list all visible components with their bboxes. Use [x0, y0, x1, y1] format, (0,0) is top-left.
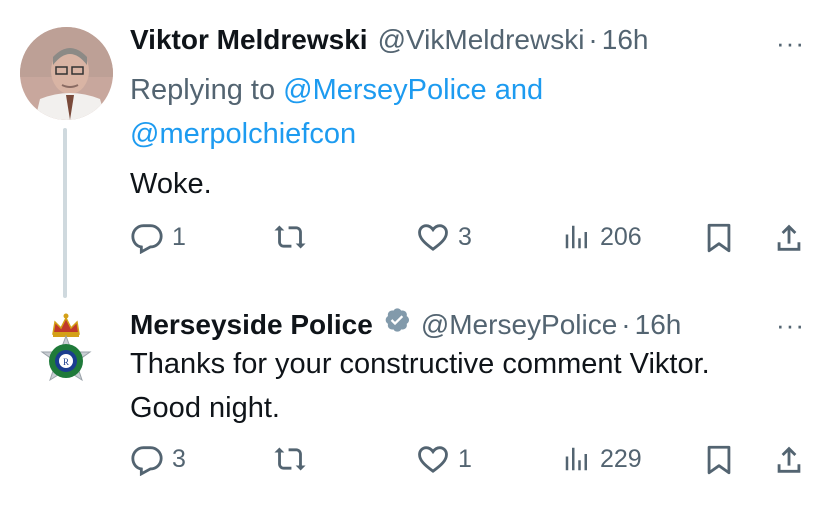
separator-dot: ·: [588, 24, 598, 55]
like-count: 1: [458, 444, 472, 473]
views-button[interactable]: 206: [562, 220, 642, 254]
like-button[interactable]: 1: [416, 442, 472, 476]
bookmark-icon: [707, 445, 731, 475]
views-count: 206: [600, 222, 642, 251]
author-handle[interactable]: @VikMeldrewski: [378, 24, 585, 56]
like-button[interactable]: 3: [416, 220, 472, 254]
reply-icon: [131, 446, 163, 476]
views-button[interactable]: 229: [562, 442, 642, 476]
tweet-text: Woke.: [130, 168, 212, 200]
retweet-icon: [274, 225, 306, 249]
bookmark-button[interactable]: [702, 220, 736, 256]
svg-text:R: R: [63, 357, 69, 367]
share-icon: [777, 446, 801, 473]
mention-merseypolice[interactable]: @MerseyPolice: [283, 74, 487, 106]
tweet-text-line: Thanks for your constructive comment Vik…: [130, 348, 710, 380]
like-icon: [418, 224, 448, 251]
replying-and: and: [486, 74, 544, 106]
tweet-viktor[interactable]: Viktor Meldrewski @VikMeldrewski · 16h ·…: [0, 0, 828, 300]
like-icon: [418, 446, 448, 473]
share-icon: [777, 224, 801, 251]
action-bar: 1 3 206: [130, 220, 820, 260]
views-count: 229: [600, 444, 642, 473]
views-icon: [565, 447, 587, 471]
tweet-header: Viktor Meldrewski @VikMeldrewski · 16h: [130, 24, 648, 56]
retweet-button[interactable]: [272, 442, 308, 476]
reply-count: 3: [172, 444, 186, 473]
reply-button[interactable]: 3: [130, 442, 186, 476]
replying-to-label: Replying to: [130, 74, 284, 106]
tweet-text: Thanks for your constructive comment Vik…: [130, 342, 810, 430]
share-button[interactable]: [772, 220, 806, 256]
author-handle[interactable]: @MerseyPolice: [421, 309, 617, 341]
bookmark-icon: [707, 223, 731, 253]
tweet-text-line: Good night.: [130, 392, 280, 424]
author-name[interactable]: Viktor Meldrewski: [130, 24, 368, 56]
avatar-merseyside-police[interactable]: R: [20, 304, 113, 397]
mention-merpolchiefcon[interactable]: @merpolchiefcon: [130, 118, 356, 150]
timestamp[interactable]: 16h: [602, 24, 649, 56]
like-count: 3: [458, 222, 472, 251]
retweet-button[interactable]: [272, 220, 308, 254]
more-icon[interactable]: ···: [776, 310, 805, 341]
thread-line: [63, 128, 67, 298]
share-button[interactable]: [772, 442, 806, 478]
reply-count: 1: [172, 222, 186, 251]
replying-to: Replying to @MerseyPolice and @merpolchi…: [130, 68, 790, 156]
tweet-merseyside-police[interactable]: R Merseyside Police @MerseyPolice · 16h …: [0, 300, 828, 509]
separator-dot: ·: [621, 309, 631, 340]
timestamp[interactable]: 16h: [635, 309, 682, 341]
avatar-viktor[interactable]: [20, 27, 113, 120]
more-icon[interactable]: ···: [776, 28, 805, 59]
bookmark-button[interactable]: [702, 442, 736, 478]
tweet-header: Merseyside Police @MerseyPolice · 16h: [130, 306, 681, 341]
author-name[interactable]: Merseyside Police: [130, 309, 373, 341]
views-icon: [565, 225, 587, 249]
reply-icon: [131, 224, 163, 254]
retweet-icon: [274, 447, 306, 471]
verified-badge-icon: [385, 308, 409, 332]
reply-button[interactable]: 1: [130, 220, 186, 254]
action-bar: 3 1 229: [130, 442, 820, 482]
